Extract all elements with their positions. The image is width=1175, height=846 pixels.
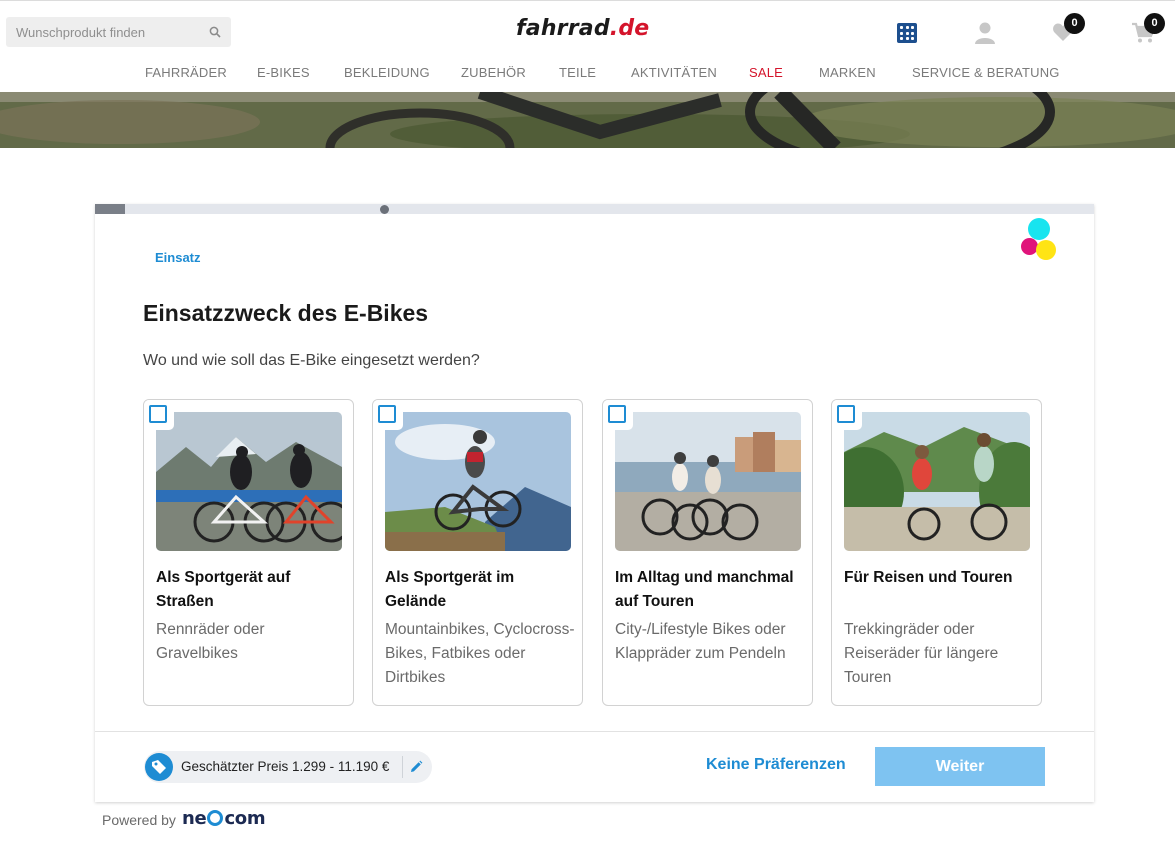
neocom-logo[interactable]: ne com [182,808,266,829]
logo-domain: .de [609,16,650,41]
option-description: City-/Lifestyle Bikes oder Klappräder zu… [615,621,786,662]
configurator-card: Einsatz Einsatzzweck des E-Bikes Wo und … [95,204,1094,802]
option-title: Im Alltag und manchmal auf Touren [615,569,794,610]
user-account-icon[interactable] [974,21,996,45]
option-description: Trekkingräder oder Reiseräder für länger… [844,621,999,686]
wishlist-count-badge: 0 [1064,13,1085,34]
progress-step-marker [380,205,389,214]
nav-item-bekleidung[interactable]: BEKLEIDUNG [344,65,430,80]
hero-banner-image [0,92,1175,148]
road-cycling-image [156,412,342,551]
brand-dots-icon [1021,218,1061,262]
option-card-everyday[interactable]: Im Alltag und manchmal auf Touren City-/… [602,399,813,706]
city-cycling-image [615,412,801,551]
option-checkbox[interactable] [603,400,633,430]
search-input[interactable] [6,17,206,47]
nav-item-service-beratung[interactable]: SERVICE & BERATUNG [912,65,1060,80]
option-title: Als Sportgerät im Gelände [385,569,515,610]
search-bar[interactable] [6,17,231,47]
estimated-price-text: Geschätzter Preis 1.299 - 11.190 € [181,759,390,774]
mountain-biking-image [385,412,571,551]
option-checkbox[interactable] [832,400,862,430]
progress-fill [95,204,125,214]
question-title: Einsatzzweck des E-Bikes [143,300,429,326]
site-logo[interactable]: fahrrad.de [516,16,649,41]
next-button[interactable]: Weiter [875,747,1045,786]
edit-pencil-icon[interactable] [409,760,423,774]
no-preference-button[interactable]: Keine Präferenzen [706,756,846,774]
card-footer-divider [95,731,1094,732]
trekking-cycling-image [844,412,1030,551]
option-checkbox[interactable] [144,400,174,430]
powered-by-label: Powered by [102,812,176,828]
option-description: Rennräder oder Gravelbikes [156,621,265,662]
top-border [0,0,1175,1]
nav-item-fahrraeder[interactable]: FAHRRÄDER [145,65,227,80]
apps-grid-icon[interactable] [897,23,917,43]
question-subtitle: Wo und wie soll das E-Bike eingesetzt we… [143,352,480,369]
nav-item-marken[interactable]: MARKEN [819,65,876,80]
option-card-touring[interactable]: Für Reisen und Touren Trekkingräder oder… [831,399,1042,706]
option-title: Als Sportgerät auf Straßen [156,569,291,610]
nav-item-zubehoer[interactable]: ZUBEHÖR [461,65,526,80]
option-card-road[interactable]: Als Sportgerät auf Straßen Rennräder ode… [143,399,354,706]
pill-divider [402,756,403,778]
neocom-logo-o-icon [207,810,224,826]
option-title: Für Reisen und Touren [844,569,1013,586]
option-card-offroad[interactable]: Als Sportgerät im Gelände Mountainbikes,… [372,399,583,706]
main-navigation: FAHRRÄDER E-BIKES BEKLEIDUNG ZUBEHÖR TEI… [0,62,1175,84]
cart-count-badge: 0 [1144,13,1165,34]
estimated-price-pill: Geschätzter Preis 1.299 - 11.190 € [144,751,432,783]
option-checkbox[interactable] [373,400,403,430]
option-description: Mountainbikes, Cyclocross-Bikes, Fatbike… [385,621,575,686]
progress-bar [95,204,1094,214]
price-tag-icon [145,753,173,781]
nav-item-e-bikes[interactable]: E-BIKES [257,65,310,80]
nav-item-teile[interactable]: TEILE [559,65,596,80]
nav-item-aktivitaeten[interactable]: AKTIVITÄTEN [631,65,717,80]
nav-item-sale[interactable]: SALE [749,65,783,80]
logo-text: fahrrad [516,16,610,41]
step-label: Einsatz [155,250,201,265]
search-icon[interactable] [209,26,221,38]
